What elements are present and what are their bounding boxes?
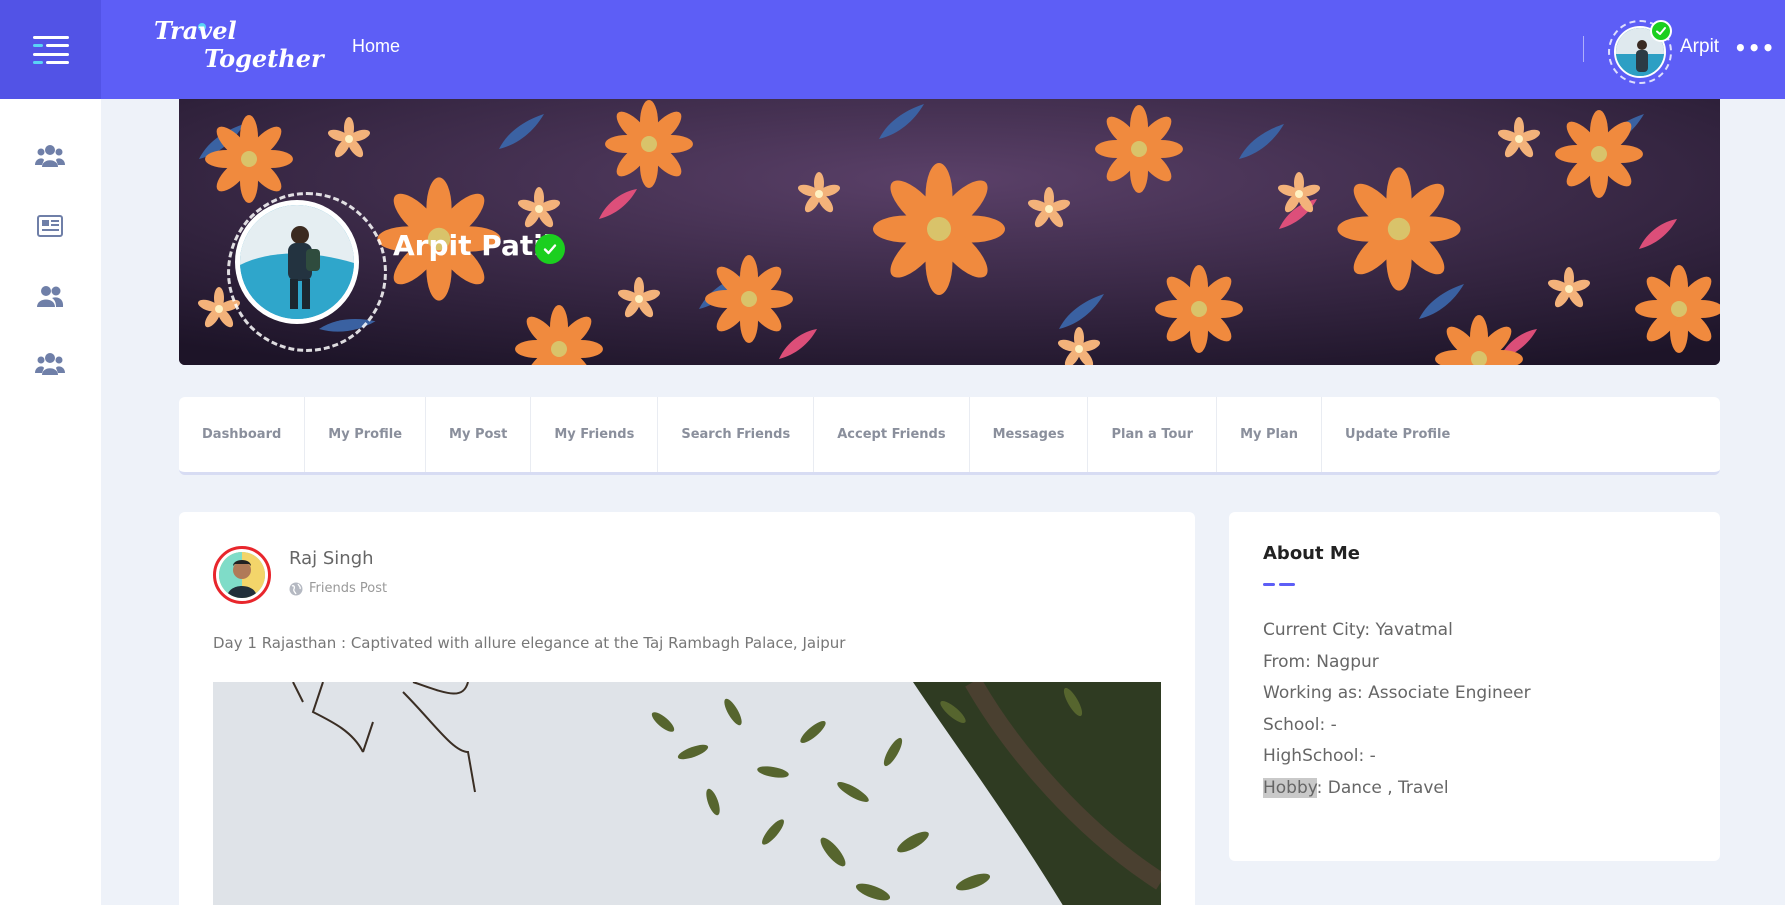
about-label: Current City (1263, 620, 1365, 640)
header-divider (1583, 36, 1584, 62)
sidebar-item-groups[interactable] (33, 141, 67, 171)
about-me-title: About Me (1263, 543, 1360, 564)
post-text: Day 1 Rajasthan : Captivated with allure… (213, 634, 846, 652)
about-value: - (1369, 746, 1376, 766)
tab-plan-a-tour[interactable]: Plan a Tour (1088, 397, 1218, 472)
about-label-highlighted: Hobby (1263, 777, 1317, 798)
about-item-current-city: Current City: Yavatmal (1263, 620, 1453, 640)
tab-dashboard[interactable]: Dashboard (179, 397, 306, 472)
more-options-icon[interactable]: ••• (1734, 38, 1775, 58)
sidebar-item-news[interactable] (33, 211, 67, 241)
tab-update-profile[interactable]: Update Profile (1322, 397, 1473, 472)
post-author-name[interactable]: Raj Singh (289, 548, 374, 569)
about-label: School (1263, 714, 1320, 735)
header-user-avatar[interactable] (1608, 20, 1672, 84)
about-item-working-as: Working as: Associate Engineer (1263, 683, 1531, 703)
tab-accept-friends[interactable]: Accept Friends (814, 397, 970, 472)
about-me-card: About Me Current City: Yavatmal From: Na… (1229, 512, 1720, 861)
profile-verified-icon (535, 234, 565, 264)
menu-toggle-button[interactable] (0, 0, 101, 99)
post-visibility: Friends Post (289, 581, 387, 596)
logo-line2: Together (204, 44, 324, 73)
about-label: From (1263, 651, 1306, 672)
about-me-list: Current City: Yavatmal From: Nagpur Work… (1263, 615, 1531, 804)
header-user-name[interactable]: Arpit (1680, 36, 1719, 58)
about-item-hobby: Hobby: Dance , Travel (1263, 777, 1449, 798)
logo-line1: Travel (154, 16, 237, 45)
tab-my-friends[interactable]: My Friends (531, 397, 659, 472)
verified-check-icon (1650, 20, 1672, 42)
newspaper-icon (37, 215, 63, 237)
hamburger-menu-icon (32, 35, 69, 64)
tab-search-friends[interactable]: Search Friends (658, 397, 815, 472)
top-navbar: Travel Together Home Arpit ••• (0, 0, 1785, 99)
about-item-from: From: Nagpur (1263, 651, 1379, 672)
tab-messages[interactable]: Messages (970, 397, 1089, 472)
tab-my-plan[interactable]: My Plan (1217, 397, 1323, 472)
profile-name: Arpit Patil (393, 229, 553, 262)
friends-icon (37, 286, 64, 307)
post-card: Raj Singh Friends Post Day 1 Rajasthan :… (179, 512, 1195, 905)
profile-tabs: Dashboard My Profile My Post My Friends … (179, 397, 1720, 475)
groups-icon (35, 145, 65, 167)
tab-my-profile[interactable]: My Profile (305, 397, 427, 472)
about-item-school: School: - (1263, 714, 1337, 735)
travel-together-logo[interactable]: Travel Together (152, 14, 324, 84)
profile-avatar[interactable] (235, 200, 359, 324)
about-label: Working as (1263, 683, 1358, 703)
sidebar-item-friends[interactable] (33, 281, 67, 311)
community-icon (35, 353, 65, 375)
about-label: HighSchool (1263, 746, 1359, 766)
left-sidebar (0, 99, 101, 905)
post-author-avatar[interactable] (213, 546, 271, 604)
about-value: Dance , Travel (1327, 777, 1449, 798)
globe-icon (289, 582, 303, 595)
about-value: Associate Engineer (1368, 683, 1531, 703)
post-visibility-label: Friends Post (309, 581, 388, 596)
nav-home-link[interactable]: Home (352, 36, 400, 57)
about-value: Nagpur (1316, 651, 1379, 672)
tab-my-post[interactable]: My Post (426, 397, 532, 472)
about-item-highschool: HighSchool: - (1263, 746, 1376, 766)
title-underline (1263, 583, 1295, 586)
sidebar-item-community[interactable] (33, 349, 67, 379)
about-value: - (1330, 714, 1337, 735)
post-image[interactable] (213, 682, 1161, 905)
about-value: Yavatmal (1375, 620, 1453, 640)
